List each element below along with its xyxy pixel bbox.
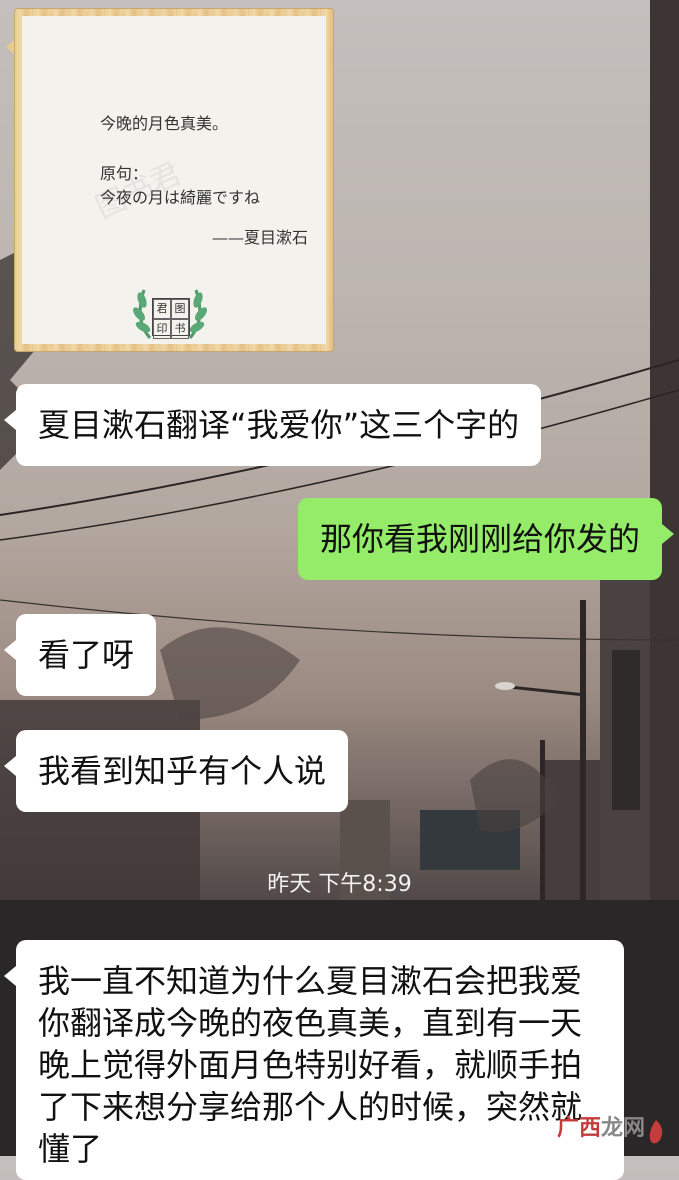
watermark-logo-icon (649, 1120, 663, 1144)
message-bubble-incoming-long[interactable]: 我一直不知道为什么夏目漱石会把我爱你翻译成今晚的夜色真美，直到有一天晚上觉得外面… (4, 940, 624, 1180)
watermark-part2: 龙网 (600, 1116, 645, 1141)
site-watermark: 广西龙网 (557, 1110, 645, 1142)
quote-paper: 图书君 今晚的月色真美。 原句： 今夜の月は綺麗ですね ——夏目漱石 君 图 印… (22, 16, 326, 344)
quote-original-label: 原句： (100, 164, 149, 183)
message-timestamp: 昨天 下午8:39 (267, 872, 412, 897)
message-bubble-incoming[interactable]: 我看到知乎有个人说 (3, 730, 349, 812)
seal-char: 书 (171, 319, 189, 339)
message-bubble-incoming[interactable]: 夏目漱石翻译“我爱你”这三个字的 (3, 384, 542, 466)
watermark-part1: 广西 (556, 1116, 601, 1141)
message-bubble-outgoing[interactable]: 那你看我刚刚给你发的 (298, 498, 675, 580)
seal-char: 印 (153, 319, 171, 339)
quote-translation: 今晚的月色真美。 (100, 114, 229, 133)
quote-author: ——夏目漱石 (212, 228, 309, 247)
seal-char: 君 (153, 299, 171, 319)
seal-emblem: 君 图 印 书 (130, 280, 210, 344)
wood-frame: 图书君 今晚的月色真美。 原句： 今夜の月は綺麗ですね ——夏目漱石 君 图 印… (14, 8, 334, 352)
seal-stamp: 君 图 印 书 (152, 298, 190, 339)
message-bubble-incoming[interactable]: 看了呀 (3, 614, 157, 696)
image-message-card[interactable]: 图书君 今晚的月色真美。 原句： 今夜の月は綺麗ですね ——夏目漱石 君 图 印… (6, 8, 334, 352)
quote-original-text: 今夜の月は綺麗ですね (100, 188, 261, 207)
seal-char: 图 (171, 299, 189, 319)
